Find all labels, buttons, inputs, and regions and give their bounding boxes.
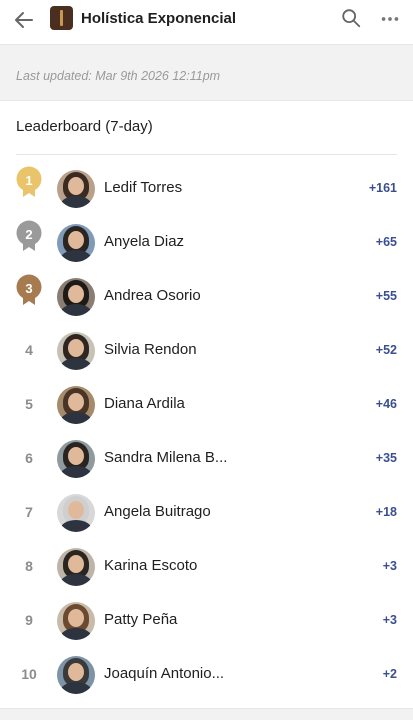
rank-indicator: 5 — [14, 378, 44, 432]
rank-number: 7 — [25, 504, 33, 520]
rank-number: 8 — [25, 558, 33, 574]
leaderboard-row[interactable]: 6 Sandra Milena B... +35 — [0, 432, 413, 486]
rank-indicator: 4 — [14, 324, 44, 378]
rank-indicator: 1 — [14, 162, 44, 216]
avatar[interactable] — [57, 656, 95, 694]
points-score: +3 — [382, 559, 397, 573]
leaderboard-row[interactable]: 1 Ledif Torres +161 — [0, 162, 413, 216]
points-score: +18 — [375, 505, 397, 519]
member-name[interactable]: Joaquín Antonio... — [104, 665, 224, 682]
rank-number: 3 — [25, 281, 33, 296]
leaderboard-row[interactable]: 4 Silvia Rendon +52 — [0, 324, 413, 378]
points-score: +46 — [375, 397, 397, 411]
bottom-bar — [0, 708, 413, 720]
rank-indicator: 6 — [14, 432, 44, 486]
member-name[interactable]: Sandra Milena B... — [104, 449, 227, 466]
rank-indicator: 7 — [14, 486, 44, 540]
avatar[interactable] — [57, 170, 95, 208]
avatar[interactable] — [57, 332, 95, 370]
member-name[interactable]: Andrea Osorio — [104, 287, 201, 304]
divider — [16, 154, 397, 155]
points-score: +161 — [368, 181, 397, 195]
rank-number: 1 — [25, 173, 33, 188]
avatar[interactable] — [57, 440, 95, 478]
rank-number: 9 — [25, 612, 33, 628]
top-bar: Holística Exponencial — [0, 0, 413, 44]
rank-indicator: 9 — [14, 594, 44, 648]
leaderboard-row[interactable]: 9 Patty Peña +3 — [0, 594, 413, 648]
group-logo — [50, 6, 73, 30]
leaderboard-row[interactable]: 5 Diana Ardila +46 — [0, 378, 413, 432]
points-score: +2 — [382, 667, 397, 681]
rank-indicator: 2 — [14, 216, 44, 270]
avatar[interactable] — [57, 224, 95, 262]
points-score: +52 — [375, 343, 397, 357]
leaderboard-row[interactable]: 8 Karina Escoto +3 — [0, 540, 413, 594]
points-score: +55 — [375, 289, 397, 303]
leaderboard-row[interactable]: 7 Angela Buitrago +18 — [0, 486, 413, 540]
rank-number: 2 — [25, 227, 33, 242]
leaderboard-title: Leaderboard (7-day) — [16, 118, 153, 135]
avatar[interactable] — [57, 602, 95, 640]
member-name[interactable]: Angela Buitrago — [104, 503, 211, 520]
member-name[interactable]: Silvia Rendon — [104, 341, 197, 358]
search-icon[interactable] — [340, 7, 362, 29]
rank-number: 10 — [21, 666, 37, 682]
avatar[interactable] — [57, 386, 95, 424]
member-name[interactable]: Anyela Diaz — [104, 233, 184, 250]
rank-number: 6 — [25, 450, 33, 466]
rank-indicator: 3 — [14, 270, 44, 324]
points-score: +35 — [375, 451, 397, 465]
leaderboard-row[interactable]: 3 Andrea Osorio +55 — [0, 270, 413, 324]
page-title: Holística Exponencial — [81, 10, 237, 27]
rank-indicator: 8 — [14, 540, 44, 594]
rank-indicator: 10 — [14, 648, 44, 702]
points-score: +65 — [375, 235, 397, 249]
rank-number: 5 — [25, 396, 33, 412]
member-name[interactable]: Ledif Torres — [104, 179, 182, 196]
member-name[interactable]: Patty Peña — [104, 611, 177, 628]
avatar[interactable] — [57, 278, 95, 316]
leaderboard-row[interactable]: 2 Anyela Diaz +65 — [0, 216, 413, 270]
avatar[interactable] — [57, 494, 95, 532]
points-score: +3 — [382, 613, 397, 627]
member-name[interactable]: Karina Escoto — [104, 557, 197, 574]
last-updated-bar: Last updated: Mar 9th 2026 12:11pm — [0, 44, 413, 101]
arrow-left-icon[interactable] — [12, 8, 36, 32]
avatar[interactable] — [57, 548, 95, 586]
leaderboard-row[interactable]: 10 Joaquín Antonio... +2 — [0, 648, 413, 702]
last-updated-text: Last updated: Mar 9th 2026 12:11pm — [16, 69, 221, 83]
rank-number: 4 — [25, 342, 33, 358]
member-name[interactable]: Diana Ardila — [104, 395, 185, 412]
more-horizontal-icon[interactable] — [378, 8, 402, 30]
